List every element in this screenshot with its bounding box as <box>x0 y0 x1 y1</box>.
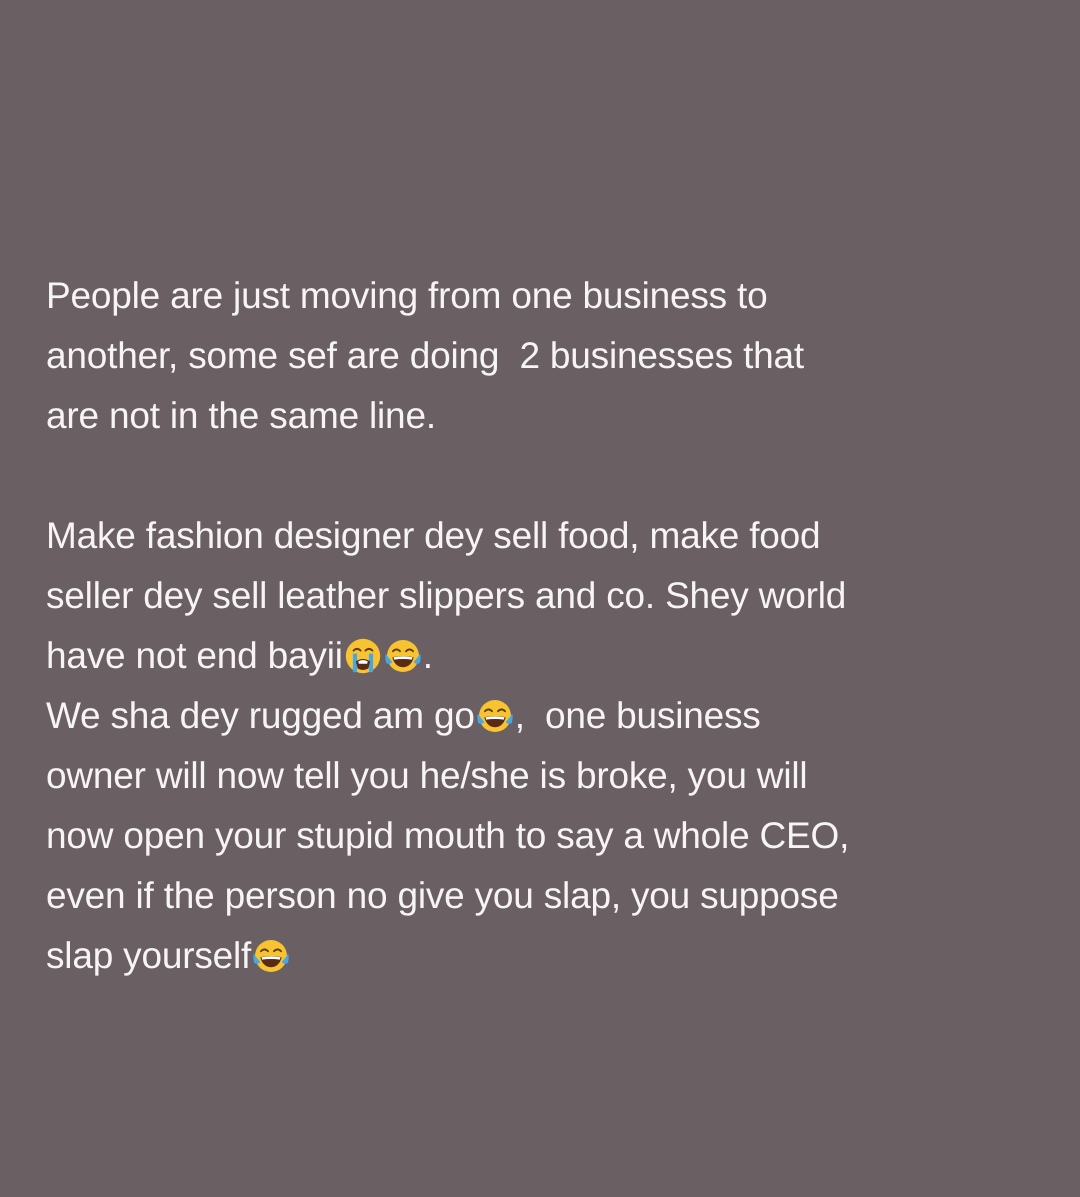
text-line: People are just moving from one business… <box>46 275 768 316</box>
text-segment: slap yourself <box>46 935 252 976</box>
text-line: another, some sef are doing 2 businesses… <box>46 335 805 376</box>
loudly-crying-face-icon <box>344 637 382 675</box>
text-line-with-emoji: slap yourself <box>46 926 1056 986</box>
text-line-with-emoji: We sha dey rugged am go , one business <box>46 686 1056 746</box>
text-line: are not in the same line. <box>46 395 436 436</box>
face-with-tears-of-joy-icon <box>252 937 290 975</box>
text-segment: We sha dey rugged am go <box>46 695 475 736</box>
status-post-text: People are just moving from one business… <box>46 266 1056 986</box>
text-line: Make fashion designer dey sell food, mak… <box>46 515 821 556</box>
text-line-with-emojis: have not end bayii . <box>46 626 1056 686</box>
text-line: even if the person no give you slap, you… <box>46 875 839 916</box>
text-line: owner will now tell you he/she is broke,… <box>46 755 808 796</box>
text-segment: have not end bayii <box>46 635 343 676</box>
face-with-tears-of-joy-icon <box>384 637 422 675</box>
text-line: now open your stupid mouth to say a whol… <box>46 815 850 856</box>
text-segment: . <box>422 635 433 676</box>
text-segment: , one business <box>514 695 761 736</box>
face-with-tears-of-joy-icon <box>476 697 514 735</box>
status-post-card: People are just moving from one business… <box>0 0 1080 1197</box>
text-line: seller dey sell leather slippers and co.… <box>46 575 847 616</box>
